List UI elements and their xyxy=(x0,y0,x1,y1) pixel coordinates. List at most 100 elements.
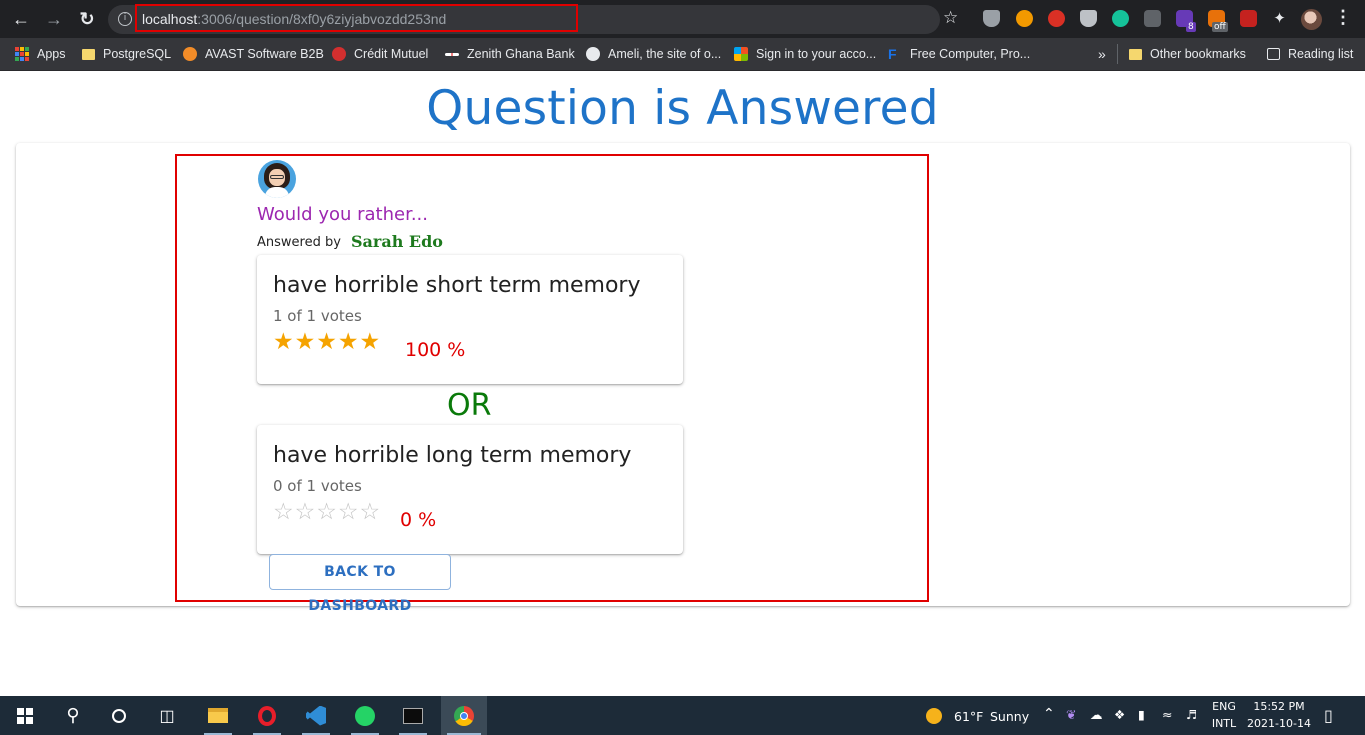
star-filled-icon: ★ xyxy=(316,329,338,355)
option-card: have horrible short term memory 1 of 1 v… xyxy=(257,255,683,384)
bookmarks-bar: Apps PostgreSQL AVAST Software B2B Crédi… xyxy=(0,38,1365,71)
back-to-dashboard-button[interactable]: BACK TO DASHBOARD xyxy=(269,554,451,614)
reading-list[interactable]: Reading list xyxy=(1267,44,1353,64)
zenith-icon xyxy=(445,52,459,56)
show-hidden-icons-chevron-icon[interactable]: ⌃ xyxy=(1043,706,1055,722)
weather-temp[interactable]: 61°F xyxy=(954,709,983,724)
language-bottom[interactable]: INTL xyxy=(1208,717,1240,730)
bookmark-label: Sign in to your acco... xyxy=(756,47,877,61)
sun-weather-icon[interactable] xyxy=(924,696,944,735)
terminal-icon[interactable] xyxy=(393,696,433,735)
opera-icon[interactable] xyxy=(247,696,287,735)
avatar-body xyxy=(265,187,289,198)
bookmark-avast[interactable]: AVAST Software B2B xyxy=(183,44,324,64)
back-arrow-icon[interactable]: ← xyxy=(10,8,32,30)
reading-list-label: Reading list xyxy=(1288,47,1354,61)
task-view-icon[interactable]: ◫ xyxy=(148,696,186,735)
shield-grey-extension-icon[interactable] xyxy=(1080,10,1097,27)
other-bookmarks-label: Other bookmarks xyxy=(1150,47,1246,61)
or-separator: OR xyxy=(447,388,492,423)
grammarly-icon[interactable] xyxy=(1112,10,1129,27)
extensions-puzzle-icon[interactable]: ✦ xyxy=(1271,10,1288,27)
onedrive-cloud-icon[interactable]: ☁ xyxy=(1090,707,1103,722)
reload-icon[interactable]: ↻ xyxy=(76,8,98,30)
search-icon[interactable]: ⚲ xyxy=(54,696,92,735)
cortana-icon[interactable] xyxy=(100,696,138,735)
page-title: Question is Answered xyxy=(426,81,939,136)
bookmark-microsoft[interactable]: Sign in to your acco... xyxy=(734,44,876,64)
bookmark-credit-mutuel[interactable]: Crédit Mutuel xyxy=(332,44,428,64)
author-name: Sarah Edo xyxy=(351,232,443,251)
star-empty-icon: ☆ xyxy=(359,499,382,525)
star-empty-icon: ☆ xyxy=(316,499,338,525)
bookmark-label: Free Computer, Pro... xyxy=(910,47,1031,61)
shield-extension-icon[interactable] xyxy=(983,10,1000,27)
chrome-icon[interactable] xyxy=(441,696,487,735)
question-prompt: Would you rather... xyxy=(257,204,428,225)
bookmark-label: Ameli, the site of o... xyxy=(608,47,722,61)
apps-grid-icon xyxy=(15,47,29,61)
author-avatar xyxy=(258,160,296,198)
extension-badge-off: off xyxy=(1212,22,1228,32)
bookmark-label: Zenith Ghana Bank xyxy=(467,47,575,61)
site-info-icon[interactable]: i xyxy=(118,12,132,26)
star-empty-icon: ☆ xyxy=(294,499,317,525)
bookmark-apps[interactable]: Apps xyxy=(15,44,66,64)
option-votes: 0 of 1 votes xyxy=(273,477,362,495)
ameli-icon xyxy=(586,47,600,61)
star-empty-icon: ☆ xyxy=(273,499,295,525)
bookmark-zenith[interactable]: Zenith Ghana Bank xyxy=(445,44,575,64)
volume-icon[interactable]: ♬ xyxy=(1186,707,1197,722)
avast-icon xyxy=(183,47,197,61)
language-top[interactable]: ENG xyxy=(1208,700,1240,713)
option-percent: 0 % xyxy=(400,509,437,531)
bookmark-label: Crédit Mutuel xyxy=(354,47,429,61)
option-card: have horrible long term memory 0 of 1 vo… xyxy=(257,425,683,554)
key-extension-icon[interactable] xyxy=(1016,10,1033,27)
microsoft-icon xyxy=(734,47,748,61)
bookmark-ameli[interactable]: Ameli, the site of o... xyxy=(586,44,721,64)
windows-start-icon[interactable] xyxy=(6,696,44,735)
feather-tray-icon[interactable]: ❦ xyxy=(1066,707,1076,722)
bookmark-star-icon[interactable]: ☆ xyxy=(943,8,958,28)
dropbox-icon[interactable]: ❖ xyxy=(1114,707,1125,722)
star-filled-icon: ★ xyxy=(359,329,382,355)
bookmarks-separator xyxy=(1117,44,1118,64)
weather-desc[interactable]: Sunny xyxy=(990,709,1029,724)
star-empty-icon: ☆ xyxy=(337,499,360,525)
option-votes: 1 of 1 votes xyxy=(273,307,362,325)
other-bookmarks[interactable]: Other bookmarks xyxy=(1129,44,1246,64)
browser-toolbar: ← → ↻ i localhost:3006/question/8xf0y6zi… xyxy=(0,0,1365,38)
wifi-icon[interactable]: ≈ xyxy=(1162,707,1172,722)
f-logo-icon: F xyxy=(888,46,897,62)
folder-icon xyxy=(82,48,95,60)
bookmark-label: PostgreSQL xyxy=(103,47,172,61)
profile-avatar[interactable] xyxy=(1301,9,1322,30)
credit-mutuel-icon xyxy=(332,47,346,61)
star-filled-icon: ★ xyxy=(337,329,360,355)
red-extension-icon[interactable] xyxy=(1240,10,1257,27)
clock-date[interactable]: 2021-10-14 xyxy=(1246,717,1312,730)
option-percent: 100 % xyxy=(405,339,466,361)
star-rating: ☆☆☆☆☆ xyxy=(273,499,381,525)
menu-kebab-icon[interactable]: ⋮ xyxy=(1334,7,1352,28)
bookmark-postgresql[interactable]: PostgreSQL xyxy=(82,44,171,64)
reading-list-icon xyxy=(1267,48,1280,60)
file-explorer-icon[interactable] xyxy=(198,696,238,735)
bookmarks-overflow-icon[interactable]: » xyxy=(1098,44,1106,64)
option-text: have horrible long term memory xyxy=(273,443,632,468)
star-filled-icon: ★ xyxy=(294,329,317,355)
battery-icon[interactable]: ▮ xyxy=(1138,707,1145,722)
bookmark-free-computer[interactable]: F Free Computer, Pro... xyxy=(888,44,1030,64)
pen-extension-icon[interactable] xyxy=(1144,10,1161,27)
clock-time[interactable]: 15:52 PM xyxy=(1246,700,1312,713)
hand-extension-icon[interactable] xyxy=(1048,10,1065,27)
url-highlight-box xyxy=(135,4,578,32)
folder-icon xyxy=(1129,48,1142,60)
option-text: have horrible short term memory xyxy=(273,273,641,298)
notifications-icon[interactable]: ▯ xyxy=(1324,706,1333,725)
forward-arrow-icon[interactable]: → xyxy=(43,8,65,30)
whatsapp-icon[interactable] xyxy=(345,696,385,735)
avatar-glasses xyxy=(270,175,284,179)
vscode-icon[interactable] xyxy=(296,696,336,735)
